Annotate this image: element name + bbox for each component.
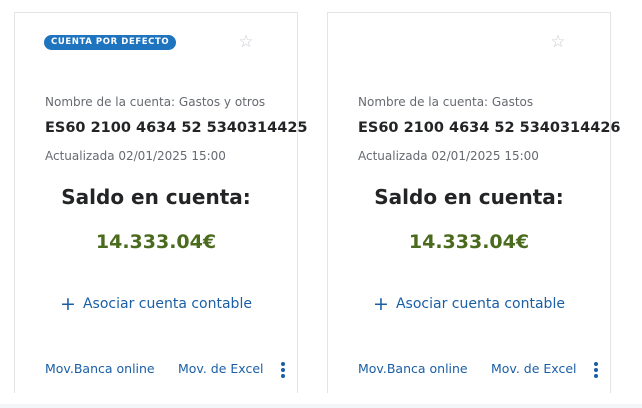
online-banking-movements-link[interactable]: Mov.Banca online [358, 361, 468, 376]
account-iban: ES60 2100 4634 52 5340314425 [45, 120, 308, 136]
account-cards: CUENTA POR DEFECTO ☆ Nombre de la cuenta… [0, 0, 642, 408]
account-name: Nombre de la cuenta: Gastos [358, 95, 534, 109]
associate-account-label: Asociar cuenta contable [395, 296, 565, 312]
associate-account-label: Asociar cuenta contable [82, 296, 252, 312]
balance-value: 14.333.04€ [408, 231, 530, 253]
account-card: CUENTA POR DEFECTO ☆ Nombre de la cuenta… [14, 12, 308, 393]
account-name: Nombre de la cuenta: Gastos y otros [45, 95, 266, 109]
balance-value: 14.333.04€ [95, 231, 217, 253]
default-account-badge: CUENTA POR DEFECTO [44, 35, 177, 50]
excel-movements-link[interactable]: Mov. de Excel [178, 361, 264, 376]
kebab-menu-icon[interactable] [590, 361, 602, 379]
last-updated: Actualizada 02/01/2025 15:00 [45, 149, 226, 163]
balance-label: Saldo en cuenta: [374, 185, 564, 209]
kebab-menu-icon[interactable] [277, 361, 289, 379]
favorite-star-icon[interactable]: ☆ [236, 32, 256, 52]
balance-label: Saldo en cuenta: [61, 185, 251, 209]
associate-account-button[interactable]: + Asociar cuenta contable [328, 293, 610, 315]
divider [0, 404, 642, 408]
excel-movements-link[interactable]: Mov. de Excel [491, 361, 577, 376]
account-iban: ES60 2100 4634 52 5340314426 [358, 120, 621, 136]
account-card: ☆ Nombre de la cuenta: Gastos ES60 2100 … [327, 12, 621, 393]
last-updated: Actualizada 02/01/2025 15:00 [358, 149, 539, 163]
plus-icon: + [60, 293, 76, 315]
favorite-star-icon[interactable]: ☆ [548, 32, 568, 52]
associate-account-button[interactable]: + Asociar cuenta contable [15, 293, 297, 315]
plus-icon: + [373, 293, 389, 315]
online-banking-movements-link[interactable]: Mov.Banca online [45, 361, 155, 376]
